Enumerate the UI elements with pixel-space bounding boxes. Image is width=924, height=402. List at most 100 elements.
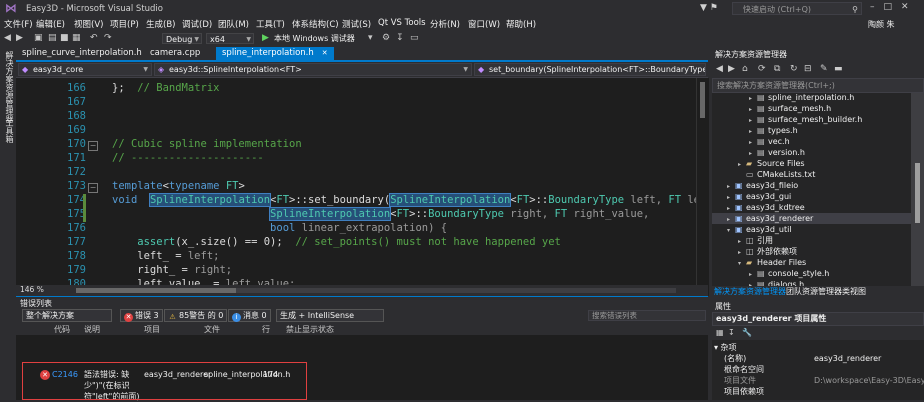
- project-dropdown[interactable]: ◆ easy3d_core ▼: [18, 63, 152, 76]
- code-line[interactable]: void SplineInterpolation<FT>::set_bounda…: [112, 193, 696, 207]
- tree-item[interactable]: ▸ ◫ 引用: [712, 235, 912, 246]
- step-icon[interactable]: ↧: [396, 33, 404, 43]
- maximize-icon[interactable]: □: [884, 2, 902, 12]
- forward-icon[interactable]: ▶: [728, 64, 735, 74]
- build-filter-dropdown[interactable]: 生成 + IntelliSense: [276, 309, 384, 322]
- forward-icon[interactable]: ▶: [16, 33, 23, 43]
- code-line[interactable]: left_ = left;: [112, 250, 219, 262]
- tab-spline-curve-interpolation[interactable]: spline_curve_interpolation.h: [16, 47, 148, 60]
- scope-dropdown[interactable]: ◈ easy3d::SplineInterpolation<FT> ▼: [154, 63, 472, 76]
- code-line[interactable]: // Cubic spline implementation: [112, 138, 302, 150]
- tree-item[interactable]: ▭ CMakeLists.txt: [712, 169, 912, 180]
- menu-item[interactable]: 文件(F): [4, 18, 33, 30]
- editor-vertical-scrollbar[interactable]: [696, 78, 709, 296]
- column-line[interactable]: 行: [262, 324, 270, 335]
- tree-item[interactable]: ▸ ▰ Source Files: [712, 158, 912, 169]
- sort-alpha-icon[interactable]: ↧: [728, 328, 735, 337]
- solution-tree-scrollbar[interactable]: [911, 93, 924, 286]
- new-project-icon[interactable]: ▣: [34, 33, 43, 43]
- tree-item[interactable]: ▸ ◫ 外部依赖项: [712, 246, 912, 257]
- bookmark-icon[interactable]: ▭: [410, 33, 419, 43]
- undo-icon[interactable]: ↶: [90, 33, 98, 43]
- column-description[interactable]: 说明: [84, 324, 100, 335]
- close-icon[interactable]: ✕: [901, 2, 918, 12]
- side-tab-solution-explorer[interactable]: 解决方案资源管理器: [4, 51, 15, 123]
- menu-item[interactable]: 帮助(H): [506, 18, 536, 30]
- pending-changes-icon[interactable]: ⧉: [774, 64, 780, 74]
- member-dropdown[interactable]: ◆ set_boundary(SplineInterpolation<FT>::B…: [474, 63, 706, 76]
- solution-search-input[interactable]: 搜索解决方案资源管理器(Ctrl+;): [712, 78, 924, 93]
- user-name[interactable]: 陶颜 朱: [868, 19, 895, 30]
- tab-spline-interpolation[interactable]: spline_interpolation.h ✕: [216, 47, 334, 60]
- menu-item[interactable]: 生成(B): [146, 18, 175, 30]
- code-line[interactable]: bool linear_extrapolation) {: [112, 222, 447, 234]
- column-file[interactable]: 文件: [204, 324, 220, 335]
- tree-item[interactable]: ▸ ▣ easy3d_kdtree: [712, 202, 912, 213]
- tree-item[interactable]: ▸ ▣ easy3d_renderer: [712, 213, 912, 224]
- preview-icon[interactable]: ▬: [834, 64, 843, 74]
- menu-item[interactable]: 分析(N): [430, 18, 460, 30]
- tab-team-explorer[interactable]: 团队资源管理器: [786, 286, 842, 297]
- minimize-icon[interactable]: –: [870, 2, 884, 12]
- code-line[interactable]: }; // BandMatrix: [112, 82, 219, 94]
- errors-filter-button[interactable]: ✕ 错误 3: [120, 309, 163, 322]
- tree-item[interactable]: ▸ ▤ dialogs.h: [712, 279, 912, 286]
- property-pages-icon[interactable]: 🔧: [742, 328, 752, 337]
- play-icon[interactable]: ▶: [262, 33, 269, 43]
- property-row[interactable]: 项目依赖项: [712, 386, 924, 397]
- save-all-icon[interactable]: ▦: [72, 33, 81, 43]
- menu-item[interactable]: 窗口(W): [468, 18, 500, 30]
- open-icon[interactable]: ▤: [48, 33, 57, 43]
- menu-item[interactable]: 视图(V): [74, 18, 103, 30]
- menu-item[interactable]: 调试(D): [182, 18, 212, 30]
- side-tab-toolbox[interactable]: 工具箱: [4, 119, 15, 143]
- tree-item[interactable]: ▸ ▤ version.h: [712, 147, 912, 158]
- column-code[interactable]: 代码: [54, 324, 70, 335]
- refresh-icon[interactable]: ↻: [790, 64, 798, 74]
- property-row[interactable]: 根命名空间: [712, 364, 924, 375]
- run-debugger-button[interactable]: 本地 Windows 调试器: [274, 33, 355, 44]
- tree-item[interactable]: ▸ ▤ console_style.h: [712, 268, 912, 279]
- tab-camera[interactable]: camera.cpp: [144, 47, 206, 60]
- warnings-filter-button[interactable]: ⚠ 85警告 的 0: [164, 309, 228, 322]
- fold-toggle-icon[interactable]: −: [88, 183, 98, 193]
- tool-icon[interactable]: ▾: [368, 33, 373, 43]
- code-line[interactable]: // ---------------------: [112, 152, 264, 164]
- close-tab-icon[interactable]: ✕: [322, 49, 328, 57]
- code-line[interactable]: template<typename FT>: [112, 180, 245, 192]
- sync-icon[interactable]: ⟳: [758, 64, 766, 74]
- messages-filter-button[interactable]: i 消息 0: [228, 309, 271, 322]
- menu-item[interactable]: 工具(T): [256, 18, 285, 30]
- property-row[interactable]: ▾ 杂项: [712, 342, 924, 353]
- code-line[interactable]: right_ = right;: [112, 264, 232, 276]
- config-dropdown[interactable]: Debug ▼: [162, 33, 202, 44]
- save-icon[interactable]: ■: [60, 33, 69, 43]
- properties-object-selector[interactable]: easy3d_renderer 项目属性: [712, 312, 924, 326]
- menu-item[interactable]: 团队(M): [218, 18, 249, 30]
- scroll-thumb[interactable]: [915, 163, 920, 223]
- menu-item[interactable]: 项目(P): [110, 18, 139, 30]
- home-icon[interactable]: ⌂: [742, 64, 748, 74]
- window-controls[interactable]: –□✕: [870, 2, 918, 12]
- column-suppression[interactable]: 禁止显示状态: [286, 324, 334, 335]
- quick-launch-input[interactable]: 快速启动 (Ctrl+Q) ⚲: [732, 2, 862, 15]
- tree-item[interactable]: ▸ ▤ types.h: [712, 125, 912, 136]
- property-row[interactable]: (名称) easy3d_renderer: [712, 353, 924, 364]
- tab-solution-explorer[interactable]: 解决方案资源管理器: [714, 286, 786, 297]
- property-row[interactable]: 项目文件 D:\workspace\Easy-3D\Easy3D: [712, 375, 924, 386]
- error-search-input[interactable]: 搜索错误列表: [588, 310, 706, 321]
- tree-item[interactable]: ▾ ▰ Header Files: [712, 257, 912, 268]
- platform-dropdown[interactable]: x64 ▼: [206, 33, 254, 44]
- back-icon[interactable]: ◀: [4, 33, 11, 43]
- scope-filter-dropdown[interactable]: 整个解决方案: [22, 309, 112, 322]
- tree-item[interactable]: ▸ ▤ spline_interpolation.h: [712, 93, 912, 103]
- categorized-icon[interactable]: ▦: [716, 328, 724, 337]
- fold-toggle-icon[interactable]: −: [88, 141, 98, 151]
- tree-item[interactable]: ▸ ▣ easy3d_fileio: [712, 180, 912, 191]
- menu-item[interactable]: Qt VS Tools: [378, 18, 426, 28]
- menu-item[interactable]: 编辑(E): [36, 18, 65, 30]
- code-line[interactable]: SplineInterpolation<FT>::BoundaryType ri…: [112, 207, 649, 221]
- wrench-icon[interactable]: ✎: [820, 64, 828, 74]
- tree-item[interactable]: ▾ ▣ easy3d_util: [712, 224, 912, 235]
- column-project[interactable]: 项目: [144, 324, 160, 335]
